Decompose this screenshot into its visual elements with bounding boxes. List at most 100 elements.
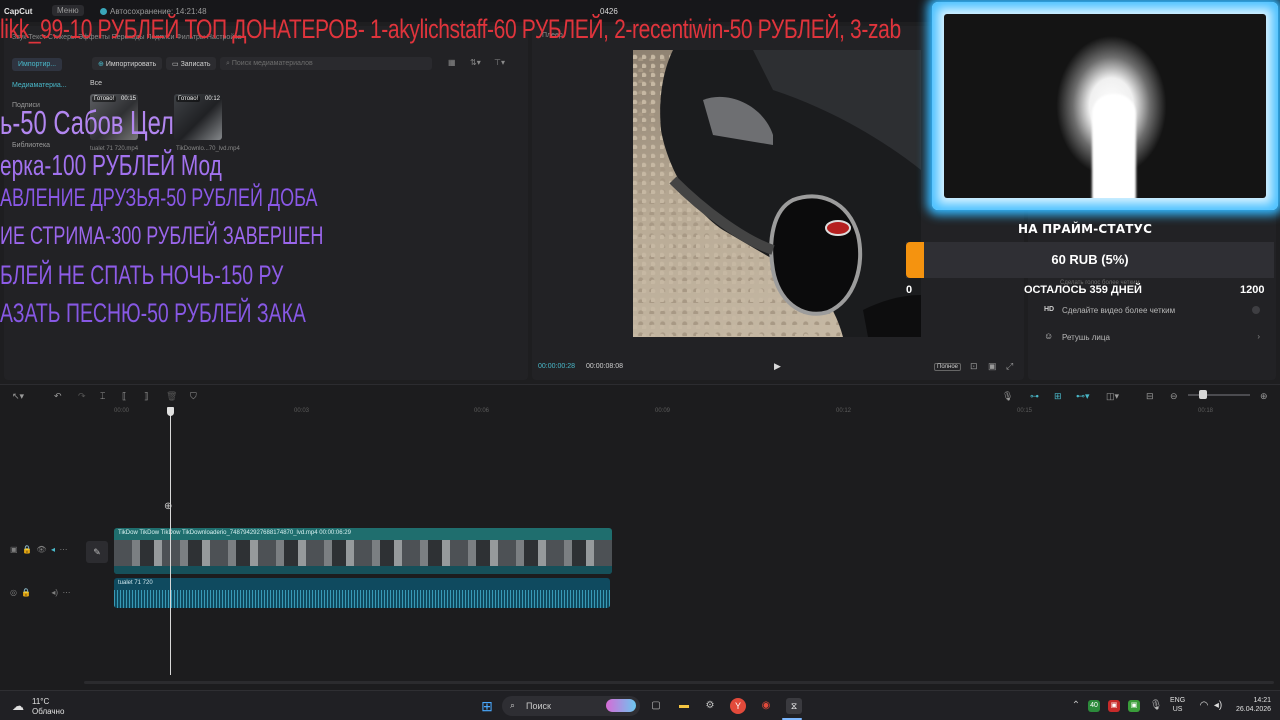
filter-all[interactable]: Все <box>90 80 102 87</box>
record-icon: ▭ <box>172 61 181 68</box>
undo-icon[interactable]: ↶ <box>54 391 62 402</box>
volume-icon[interactable]: ◂) <box>1210 698 1226 714</box>
delete-icon[interactable]: 🗑 <box>166 391 177 402</box>
face-icon: ☺ <box>1044 331 1054 341</box>
ratio-button[interactable]: Полное <box>934 363 962 371</box>
video-preview[interactable] <box>633 50 921 337</box>
prime-max: 1200 <box>1240 284 1265 296</box>
grid-view-icon[interactable]: ▦ <box>448 58 456 67</box>
webcam-person <box>1092 94 1136 198</box>
timeline-panel: ↖▾ ↶ ↷ ⌶ ⟦ ⟧ 🗑 ⛉ 🎙 ⊶ ⊞ ⊷▾ ◫▾ ⊟ ⊖ ⊕ 00:00… <box>0 384 1280 690</box>
tray-chevron-icon[interactable]: ⌃ <box>1068 698 1084 714</box>
file-explorer-icon[interactable]: ▬ <box>676 698 692 714</box>
prime-min: 0 <box>906 284 913 296</box>
tray-app-icon[interactable]: ▣ <box>1128 700 1140 712</box>
video-clip-label: TikDow TikDow TikDow TikDownloaderio_748… <box>118 530 351 536</box>
prop-label: Ретушь лица <box>1062 333 1110 342</box>
select-tool-icon[interactable]: ↖▾ <box>12 391 24 402</box>
search-icon: ⌕ <box>510 700 516 710</box>
ruler-tick: 00:06 <box>474 408 490 414</box>
split-right-icon[interactable]: ⟧ <box>144 391 148 402</box>
audio-clip[interactable]: tualet 71 720 <box>114 578 610 608</box>
region-code: US <box>1172 706 1183 713</box>
time-ruler[interactable]: 00:00 00:03 00:06 00:09 00:12 00:15 00:1… <box>110 407 1280 419</box>
link-icon[interactable]: ⊶ <box>1030 391 1039 402</box>
zoom-out-icon[interactable]: ⊖ <box>1170 391 1178 402</box>
audio-track-controls[interactable]: ◎ 🔒 ◂) ⋯ <box>10 588 71 597</box>
prop-enhance-row[interactable]: HD Сделайте видео более четким <box>1036 299 1268 321</box>
donation-goal-5: БЛЕЙ НЕ СПАТЬ НОЧЬ-150 РУ <box>0 260 284 290</box>
snap-icon[interactable]: ⊞ <box>1054 391 1062 402</box>
tray-app-icon[interactable]: ▣ <box>1108 700 1120 712</box>
audio-clip-label: tualet 71 720 <box>118 580 153 586</box>
split-left-icon[interactable]: ⟦ <box>122 391 126 402</box>
language-code: ENG <box>1170 697 1186 704</box>
prime-title: НА ПРАЙМ-СТАТУС <box>1018 222 1153 236</box>
media-search-input[interactable]: ⌕ Поиск медиаматериалов <box>220 57 432 70</box>
taskbar-search[interactable]: ⌕ Поиск <box>502 696 640 716</box>
ruler-tick: 00:15 <box>1017 408 1033 414</box>
toggle-dot[interactable] <box>1252 306 1260 314</box>
capcut-window: CapCut Меню Автосохранение: 14:21:48 042… <box>0 0 1280 690</box>
sidebar-item-library[interactable]: Библиотека <box>12 142 50 149</box>
play-icon[interactable]: ▶ <box>774 361 781 372</box>
donation-goal-1: ь-50 Сабов Цел <box>0 104 174 141</box>
zoom-in-icon[interactable]: ⊕ <box>1260 391 1268 402</box>
record-button[interactable]: ▭ Записать <box>166 57 217 70</box>
timeline-scrollbar[interactable] <box>84 681 1274 684</box>
thumb-duration: 00:15 <box>120 96 136 102</box>
prime-value: 60 RUB (5%) <box>1051 252 1129 267</box>
microphone-icon[interactable]: 🎙 <box>1148 698 1164 714</box>
redo-icon[interactable]: ↷ <box>78 391 86 402</box>
thumb-duration: 00:12 <box>204 96 220 102</box>
sort-icon[interactable]: ⇅▾ <box>470 58 481 67</box>
shield-icon[interactable]: ⛉ <box>190 391 197 402</box>
weather-temp: 11°C <box>32 697 50 706</box>
sidebar-item-import[interactable]: Импортир... <box>12 58 63 71</box>
zoom-slider-handle[interactable] <box>1199 390 1207 399</box>
zoom-slider[interactable] <box>1188 394 1250 396</box>
yandex-browser-icon[interactable]: Y <box>730 698 746 714</box>
taskbar-search-label: Поиск <box>526 701 551 711</box>
capcut-taskbar-icon[interactable]: ⧖ <box>786 698 802 714</box>
prop-retouch-row[interactable]: ☺ Ретушь лица › <box>1036 326 1268 348</box>
ruler-tick: 00:12 <box>836 408 852 414</box>
language-indicator[interactable]: ENG US <box>1170 696 1185 714</box>
monitor-icon[interactable]: ▣ <box>988 361 997 372</box>
fit-icon[interactable]: ⊟ <box>1146 391 1154 402</box>
video-clip[interactable]: TikDow TikDow TikDow TikDownloaderio_748… <box>114 528 612 574</box>
system-clock[interactable]: 14:21 26.04.2026 <box>1236 696 1271 714</box>
video-track-controls[interactable]: ▣ 🔒 👁 ◂ ⋯ <box>10 545 67 554</box>
hd-icon: HD <box>1044 306 1055 313</box>
snapshot-icon[interactable]: ⊡ <box>970 361 978 372</box>
obs-icon[interactable]: ◉ <box>758 698 774 714</box>
donation-goal-2: ерка-100 РУБЛЕЙ Мод <box>0 150 222 182</box>
donation-goal-3: АВЛЕНИЕ ДРУЗЬЯ-50 РУБЛЕЙ ДОБА <box>0 184 318 212</box>
windows-start-icon[interactable]: ⊞ <box>479 698 495 714</box>
thumb-badge: Готово! <box>176 96 201 102</box>
prime-remaining: ОСТАЛОСЬ 359 ДНЕЙ <box>1024 284 1142 296</box>
cover-edit-icon[interactable]: ✎ <box>86 541 108 563</box>
filter-icon[interactable]: ⊤▾ <box>494 58 505 67</box>
media-thumb-2[interactable]: Готово! 00:12 <box>174 94 222 140</box>
split-icon[interactable]: ⌶ <box>100 391 105 402</box>
webcam-overlay <box>932 2 1278 210</box>
donation-goal-4: ИЕ СТРИМА-300 РУБЛЕЙ ЗАВЕРШЕН <box>0 222 324 250</box>
playhead[interactable] <box>170 411 171 675</box>
chevron-right-icon: › <box>1257 332 1260 341</box>
tray-app-icon[interactable]: 40 <box>1088 700 1100 712</box>
preview-axis-icon[interactable]: ⊷▾ <box>1076 391 1090 402</box>
ruler-tick: 00:03 <box>294 408 310 414</box>
microphone-icon[interactable]: 🎙 <box>1002 391 1013 402</box>
task-view-icon[interactable]: ▢ <box>648 698 664 714</box>
sidebar-item-media[interactable]: Медиаматериа... <box>12 82 67 89</box>
playhead-handle[interactable] <box>167 407 174 416</box>
audio-split-icon[interactable]: ◫▾ <box>1106 391 1119 402</box>
steam-icon[interactable]: ⚙ <box>702 698 718 714</box>
total-time: 00:00:08:08 <box>586 363 623 370</box>
donation-ticker: likk_99-10 РУБЛЕЙ ТОП ДОНАТЕРОВ- 1-akyli… <box>0 14 901 44</box>
clock-time: 14:21 <box>1253 697 1272 704</box>
search-highlight-icon <box>606 699 636 712</box>
import-button[interactable]: ⊕ Импортировать <box>92 57 163 70</box>
fullscreen-icon[interactable]: ⤢ <box>1006 361 1013 372</box>
